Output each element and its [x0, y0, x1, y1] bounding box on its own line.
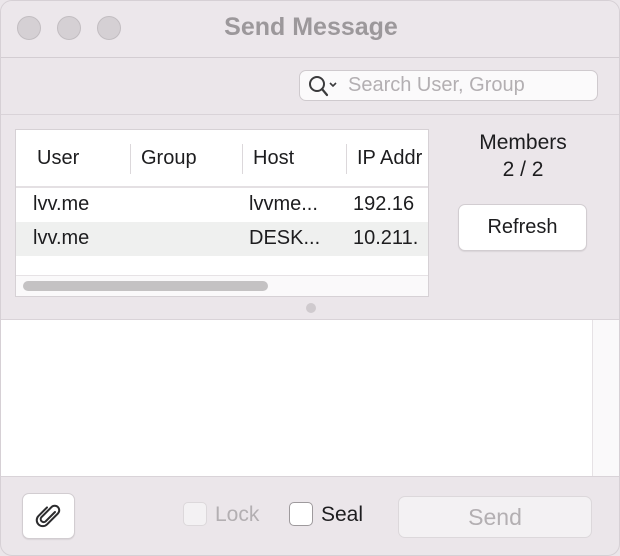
horizontal-scrollbar[interactable] [16, 275, 428, 296]
column-header-host[interactable]: Host [253, 147, 294, 170]
cell-user: lvv.me [33, 227, 90, 249]
column-divider [242, 144, 243, 174]
members-table[interactable]: User Group Host IP Addr lvv.me lvvme... … [15, 129, 429, 297]
column-divider [130, 144, 131, 174]
horizontal-scroll-thumb[interactable] [23, 281, 268, 291]
members-label: Members [479, 131, 567, 154]
message-input[interactable] [1, 320, 591, 476]
search-input[interactable] [348, 73, 588, 98]
search-field[interactable] [299, 70, 598, 101]
column-header-user[interactable]: User [37, 147, 79, 170]
title-bar: Send Message [1, 1, 619, 58]
cell-host: DESK... [249, 227, 321, 249]
message-area [1, 319, 619, 477]
cell-user: lvv.me [33, 193, 90, 215]
cell-ip: 10.211. [353, 227, 419, 249]
seal-label: Seal [321, 503, 364, 526]
search-icon[interactable] [308, 74, 338, 98]
send-button[interactable]: Send [398, 496, 592, 538]
lock-label: Lock [215, 503, 260, 526]
table-row[interactable]: lvv.me lvvme... 192.16 [16, 188, 428, 222]
refresh-button[interactable]: Refresh [458, 204, 587, 251]
table-row[interactable]: lvv.me DESK... 10.211. [16, 222, 428, 256]
members-count: 2 / 2 [502, 158, 544, 181]
lock-checkbox[interactable] [183, 502, 207, 526]
column-header-group[interactable]: Group [141, 147, 197, 170]
attach-file-button[interactable] [22, 493, 75, 539]
table-header: User Group Host IP Addr [16, 130, 428, 188]
column-header-ip[interactable]: IP Addr [357, 147, 428, 170]
split-view-handle[interactable] [306, 303, 316, 313]
vertical-scrollbar[interactable] [592, 320, 619, 476]
column-divider [346, 144, 347, 174]
send-message-window: Send Message User Group Host IP Addr [0, 0, 620, 556]
seal-checkbox[interactable] [289, 502, 313, 526]
window-title: Send Message [224, 13, 398, 41]
toolbar [1, 58, 619, 115]
cell-ip: 192.16 [353, 193, 415, 215]
cell-host: lvvme... [249, 193, 318, 215]
